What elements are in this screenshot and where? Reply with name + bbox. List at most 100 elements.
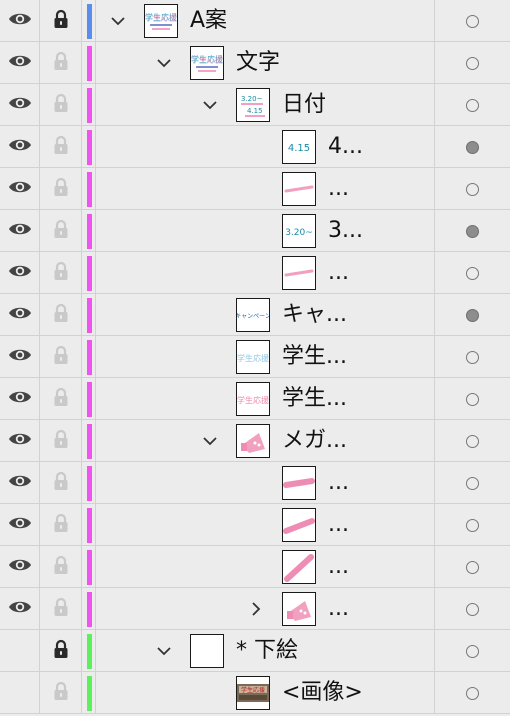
layer-row[interactable]: 学生応援 学生応援 A案 [0, 0, 510, 42]
target-toggle[interactable] [434, 588, 510, 630]
visibility-toggle[interactable] [0, 546, 40, 588]
target-toggle[interactable] [434, 210, 510, 252]
visibility-toggle[interactable] [0, 336, 40, 378]
target-toggle[interactable] [434, 462, 510, 504]
lock-toggle[interactable] [40, 420, 82, 462]
layer-color-bar [87, 466, 92, 501]
layer-main[interactable]: ... [96, 252, 434, 294]
layer-name: ... [328, 260, 349, 285]
layer-row[interactable]: 学生応援 学生応援 文字 [0, 42, 510, 84]
target-toggle[interactable] [434, 294, 510, 336]
visibility-toggle[interactable] [0, 168, 40, 210]
layer-main[interactable]: ... [96, 168, 434, 210]
layer-row[interactable]: ... [0, 504, 510, 546]
layer-main[interactable]: ... [96, 588, 434, 630]
layer-main[interactable]: 学生応援 学生... [96, 336, 434, 378]
visibility-toggle[interactable] [0, 42, 40, 84]
lock-toggle[interactable] [40, 294, 82, 336]
layer-main[interactable]: ... [96, 462, 434, 504]
visibility-toggle[interactable] [0, 378, 40, 420]
chevron-down-icon[interactable] [200, 95, 220, 115]
layer-row[interactable]: ... [0, 462, 510, 504]
lock-toggle[interactable] [40, 42, 82, 84]
layer-main[interactable]: 学生応援 学生応援 A案 [96, 0, 434, 42]
visibility-toggle[interactable] [0, 294, 40, 336]
layer-main[interactable]: 学生応援 学生... [96, 378, 434, 420]
target-circle-icon [466, 182, 479, 196]
layer-main[interactable]: ... [96, 546, 434, 588]
target-toggle[interactable] [434, 420, 510, 462]
visibility-toggle[interactable] [0, 420, 40, 462]
chevron-down-icon[interactable] [154, 641, 174, 661]
target-toggle[interactable] [434, 0, 510, 42]
lock-toggle[interactable] [40, 210, 82, 252]
visibility-toggle[interactable] [0, 462, 40, 504]
target-toggle[interactable] [434, 252, 510, 294]
target-toggle[interactable] [434, 378, 510, 420]
target-toggle[interactable] [434, 42, 510, 84]
visibility-toggle[interactable] [0, 630, 40, 672]
visibility-toggle[interactable] [0, 126, 40, 168]
layer-row[interactable]: * 下絵 [0, 630, 510, 672]
layer-main[interactable]: メガ... [96, 420, 434, 462]
svg-text:学生応援: 学生応援 [145, 13, 177, 23]
layer-row[interactable]: 学生応援 <画像> [0, 672, 510, 714]
lock-toggle[interactable] [40, 168, 82, 210]
layer-row[interactable]: ... [0, 168, 510, 210]
target-toggle[interactable] [434, 84, 510, 126]
lock-icon [53, 555, 69, 579]
layer-main[interactable]: キャンペーン キャ... [96, 294, 434, 336]
chevron-down-icon[interactable] [108, 11, 128, 31]
chevron-right-icon[interactable] [246, 599, 266, 619]
target-toggle[interactable] [434, 630, 510, 672]
chevron-down-icon[interactable] [200, 431, 220, 451]
layer-main[interactable]: 3.20~ 4.15 日付 [96, 84, 434, 126]
target-toggle[interactable] [434, 336, 510, 378]
lock-toggle[interactable] [40, 462, 82, 504]
visibility-toggle[interactable] [0, 672, 40, 714]
lock-toggle[interactable] [40, 252, 82, 294]
layer-main[interactable]: ... [96, 504, 434, 546]
layer-row[interactable]: ... [0, 588, 510, 630]
lock-toggle[interactable] [40, 504, 82, 546]
layer-row[interactable]: メガ... [0, 420, 510, 462]
layer-color-bar [87, 88, 92, 123]
target-toggle[interactable] [434, 168, 510, 210]
target-toggle[interactable] [434, 126, 510, 168]
layer-main[interactable]: * 下絵 [96, 630, 434, 672]
lock-toggle[interactable] [40, 546, 82, 588]
layer-row[interactable]: 学生応援 学生... [0, 378, 510, 420]
visibility-toggle[interactable] [0, 84, 40, 126]
layer-row[interactable]: ... [0, 252, 510, 294]
lock-toggle[interactable] [40, 126, 82, 168]
layer-main[interactable]: 3.20~ 3... [96, 210, 434, 252]
target-toggle[interactable] [434, 672, 510, 714]
layer-row[interactable]: キャンペーン キャ... [0, 294, 510, 336]
lock-toggle[interactable] [40, 336, 82, 378]
lock-toggle[interactable] [40, 84, 82, 126]
visibility-toggle[interactable] [0, 504, 40, 546]
layer-row[interactable]: ... [0, 546, 510, 588]
layer-row[interactable]: 4.15 4... [0, 126, 510, 168]
layer-row[interactable]: 3.20~ 4.15 日付 [0, 84, 510, 126]
layer-row[interactable]: 学生応援 学生... [0, 336, 510, 378]
visibility-toggle[interactable] [0, 0, 40, 42]
lock-toggle[interactable] [40, 0, 82, 42]
lock-toggle[interactable] [40, 378, 82, 420]
lock-toggle[interactable] [40, 672, 82, 714]
visibility-toggle[interactable] [0, 588, 40, 630]
layer-main[interactable]: 学生応援 学生応援 文字 [96, 42, 434, 84]
lock-toggle[interactable] [40, 630, 82, 672]
layer-color-bar [87, 550, 92, 585]
lock-toggle[interactable] [40, 588, 82, 630]
layer-main[interactable]: 4.15 4... [96, 126, 434, 168]
visibility-toggle[interactable] [0, 210, 40, 252]
target-toggle[interactable] [434, 546, 510, 588]
target-toggle[interactable] [434, 504, 510, 546]
layer-row[interactable]: 3.20~ 3... [0, 210, 510, 252]
visibility-toggle[interactable] [0, 252, 40, 294]
chevron-down-icon[interactable] [154, 53, 174, 73]
layer-thumbnail [282, 172, 316, 206]
layer-name: * 下絵 [236, 638, 298, 663]
layer-main[interactable]: 学生応援 <画像> [96, 672, 434, 714]
